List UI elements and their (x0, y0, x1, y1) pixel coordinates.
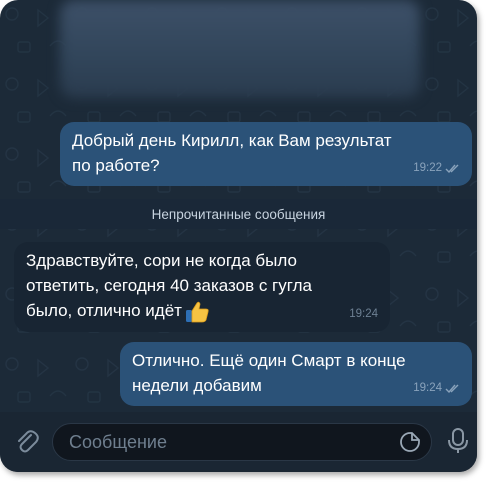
message-time: 19:22 (413, 162, 442, 174)
double-check-icon (445, 384, 459, 393)
message-text-wrap: Здравствуйте, сори не когда было ответит… (26, 248, 378, 324)
message-text: Здравствуйте, сори не когда было ответит… (26, 251, 312, 320)
outgoing-message[interactable]: Добрый день Кирилл, как Вам результат по… (60, 122, 472, 186)
chat-window: Добрый день Кирилл, как Вам результат по… (0, 0, 477, 472)
thumbs-up-icon (185, 301, 209, 322)
double-check-icon (445, 164, 459, 173)
message-meta: 19:22 (413, 156, 460, 181)
blurred-region (60, 0, 420, 98)
message-text: Отлично. Ещё один Смарт в конце недели д… (132, 351, 406, 395)
message-input[interactable]: Сообщение (52, 423, 432, 461)
message-time: 19:24 (349, 308, 378, 320)
unread-messages-divider: Непрочитанные сообщения (0, 199, 477, 229)
message-meta: 19:24 (349, 302, 378, 327)
sticker-icon[interactable] (399, 431, 421, 453)
unread-divider-label: Непрочитанные сообщения (151, 206, 326, 222)
paperclip-icon[interactable] (14, 428, 40, 454)
message-text: Добрый день Кирилл, как Вам результат по… (72, 131, 392, 175)
outgoing-message[interactable]: Отлично. Ещё один Смарт в конце недели д… (120, 342, 472, 406)
message-time: 19:24 (413, 382, 442, 394)
microphone-icon[interactable] (446, 427, 470, 455)
message-input-placeholder: Сообщение (69, 432, 167, 452)
incoming-message[interactable]: Здравствуйте, сори не когда было ответит… (14, 242, 390, 332)
message-composer: Сообщение (0, 412, 477, 472)
message-meta: 19:24 (413, 376, 460, 401)
